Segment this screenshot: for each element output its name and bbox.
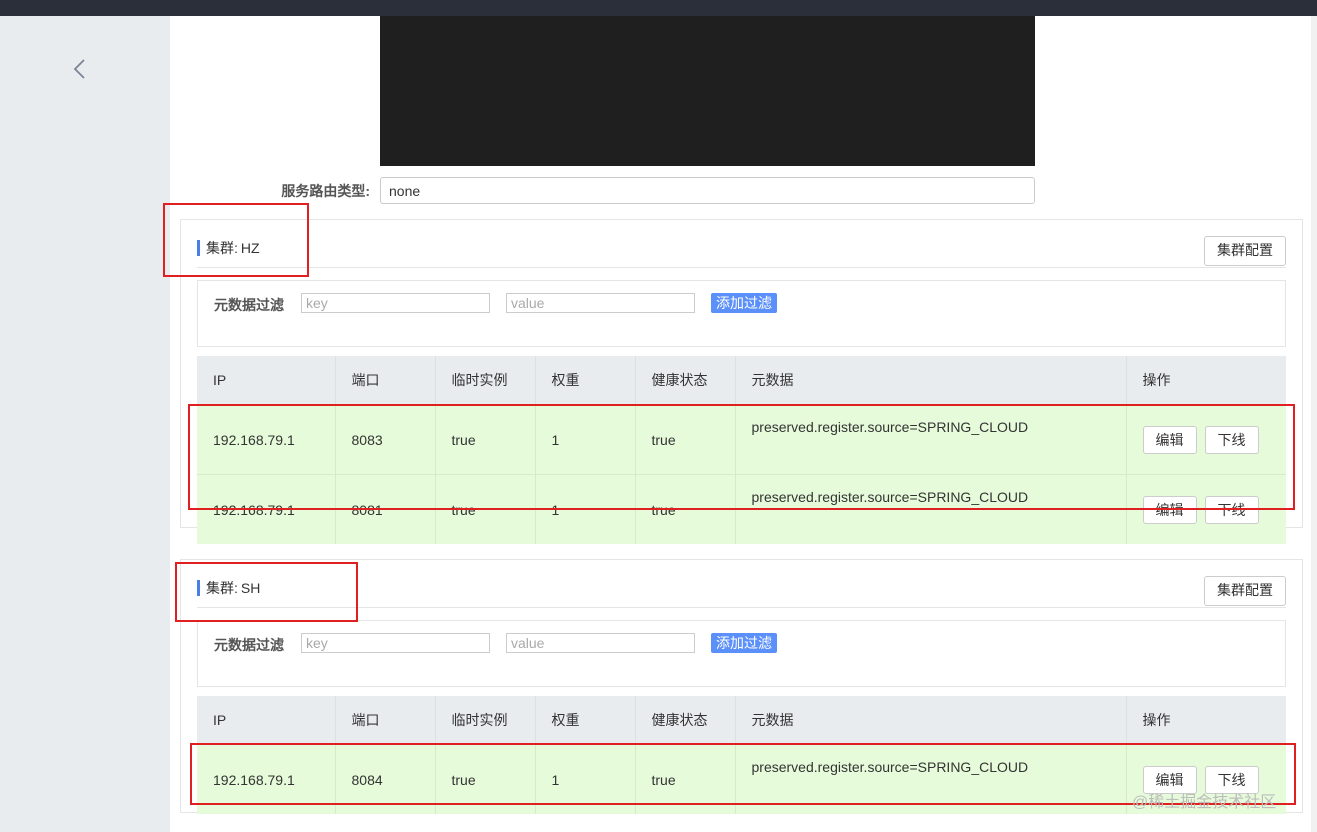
col-weight: 权重: [535, 356, 636, 405]
metadata-filter: 元数据过滤 添加过滤: [197, 280, 1286, 347]
cell-ephemeral: true: [435, 404, 536, 475]
table-row: 192.168.79.1 8083 true 1 true preserved.…: [197, 404, 1286, 475]
instance-table: IP 端口 临时实例 权重 健康状态 元数据 操作 192.168.79.1 8…: [197, 356, 1286, 544]
cluster-config-button[interactable]: 集群配置: [1204, 236, 1286, 266]
col-metadata: 元数据: [735, 696, 1127, 745]
col-ip: IP: [197, 696, 336, 745]
table-header: IP 端口 临时实例 权重 健康状态 元数据 操作: [197, 696, 1286, 745]
filter-value-input[interactable]: [506, 293, 695, 313]
filter-key-input[interactable]: [301, 293, 490, 313]
cluster-title: 集群: SH: [197, 580, 260, 596]
cell-ip: 192.168.79.1: [197, 744, 336, 814]
metadata-filter-label: 元数据过滤: [214, 297, 284, 313]
col-port: 端口: [335, 696, 436, 745]
col-actions: 操作: [1126, 696, 1286, 745]
watermark: @稀土掘金技术社区: [1132, 794, 1277, 811]
cell-ephemeral: true: [435, 474, 536, 544]
cell-weight: 1: [535, 744, 636, 814]
col-actions: 操作: [1126, 356, 1286, 405]
left-sidebar: [0, 16, 170, 832]
col-ip: IP: [197, 356, 336, 405]
cell-metadata: preserved.register.source=SPRING_CLOUD: [735, 474, 1127, 544]
col-metadata: 元数据: [735, 356, 1127, 405]
cell-ephemeral: true: [435, 744, 536, 814]
metadata-filter-label: 元数据过滤: [214, 637, 284, 653]
cell-actions: 编辑 下线: [1126, 404, 1286, 475]
add-filter-button[interactable]: 添加过滤: [711, 633, 777, 653]
edit-button[interactable]: 编辑: [1142, 495, 1197, 524]
cell-port: 8083: [335, 404, 436, 475]
cell-port: 8084: [335, 744, 436, 814]
cluster-config-button[interactable]: 集群配置: [1204, 576, 1286, 606]
route-type-label: 服务路由类型:: [281, 183, 370, 199]
cell-ip: 192.168.79.1: [197, 404, 336, 475]
table-row: 192.168.79.1 8081 true 1 true preserved.…: [197, 474, 1286, 544]
add-filter-button[interactable]: 添加过滤: [711, 293, 777, 313]
chevron-left-icon[interactable]: [68, 56, 92, 82]
table-row: 192.168.79.1 8084 true 1 true preserved.…: [197, 744, 1286, 814]
offline-button[interactable]: 下线: [1204, 495, 1259, 524]
col-ephemeral: 临时实例: [435, 356, 536, 405]
cell-ip: 192.168.79.1: [197, 474, 336, 544]
metadata-filter: 元数据过滤 添加过滤: [197, 620, 1286, 687]
cell-metadata: preserved.register.source=SPRING_CLOUD: [735, 404, 1127, 475]
col-weight: 权重: [535, 696, 636, 745]
cell-healthy: true: [635, 404, 736, 475]
col-ephemeral: 临时实例: [435, 696, 536, 745]
cell-metadata: preserved.register.source=SPRING_CLOUD: [735, 744, 1127, 814]
edit-button[interactable]: 编辑: [1142, 425, 1197, 454]
route-type-field[interactable]: none: [380, 177, 1035, 204]
table-header: IP 端口 临时实例 权重 健康状态 元数据 操作: [197, 356, 1286, 405]
code-editor[interactable]: [380, 16, 1035, 166]
col-port: 端口: [335, 356, 436, 405]
cell-actions: 编辑 下线: [1126, 474, 1286, 544]
cluster-panel-hz: 集群:HZ 集群配置 元数据过滤 添加过滤 IP 端口 临时实例 权重 健康状态…: [180, 219, 1303, 544]
col-healthy: 健康状态: [635, 356, 736, 405]
top-bar: [0, 0, 1317, 16]
scrollbar[interactable]: [1311, 16, 1317, 832]
cluster-panel-sh: 集群:SH 集群配置 元数据过滤 添加过滤 IP 端口 临时实例 权重 健康状态…: [180, 559, 1303, 814]
cell-healthy: true: [635, 744, 736, 814]
col-healthy: 健康状态: [635, 696, 736, 745]
cell-port: 8081: [335, 474, 436, 544]
cell-weight: 1: [535, 404, 636, 475]
cell-healthy: true: [635, 474, 736, 544]
offline-button[interactable]: 下线: [1204, 425, 1259, 454]
cluster-title: 集群: HZ: [197, 240, 260, 256]
instance-table: IP 端口 临时实例 权重 健康状态 元数据 操作 192.168.79.1 8…: [197, 696, 1286, 814]
filter-value-input[interactable]: [506, 633, 695, 653]
filter-key-input[interactable]: [301, 633, 490, 653]
cell-weight: 1: [535, 474, 636, 544]
